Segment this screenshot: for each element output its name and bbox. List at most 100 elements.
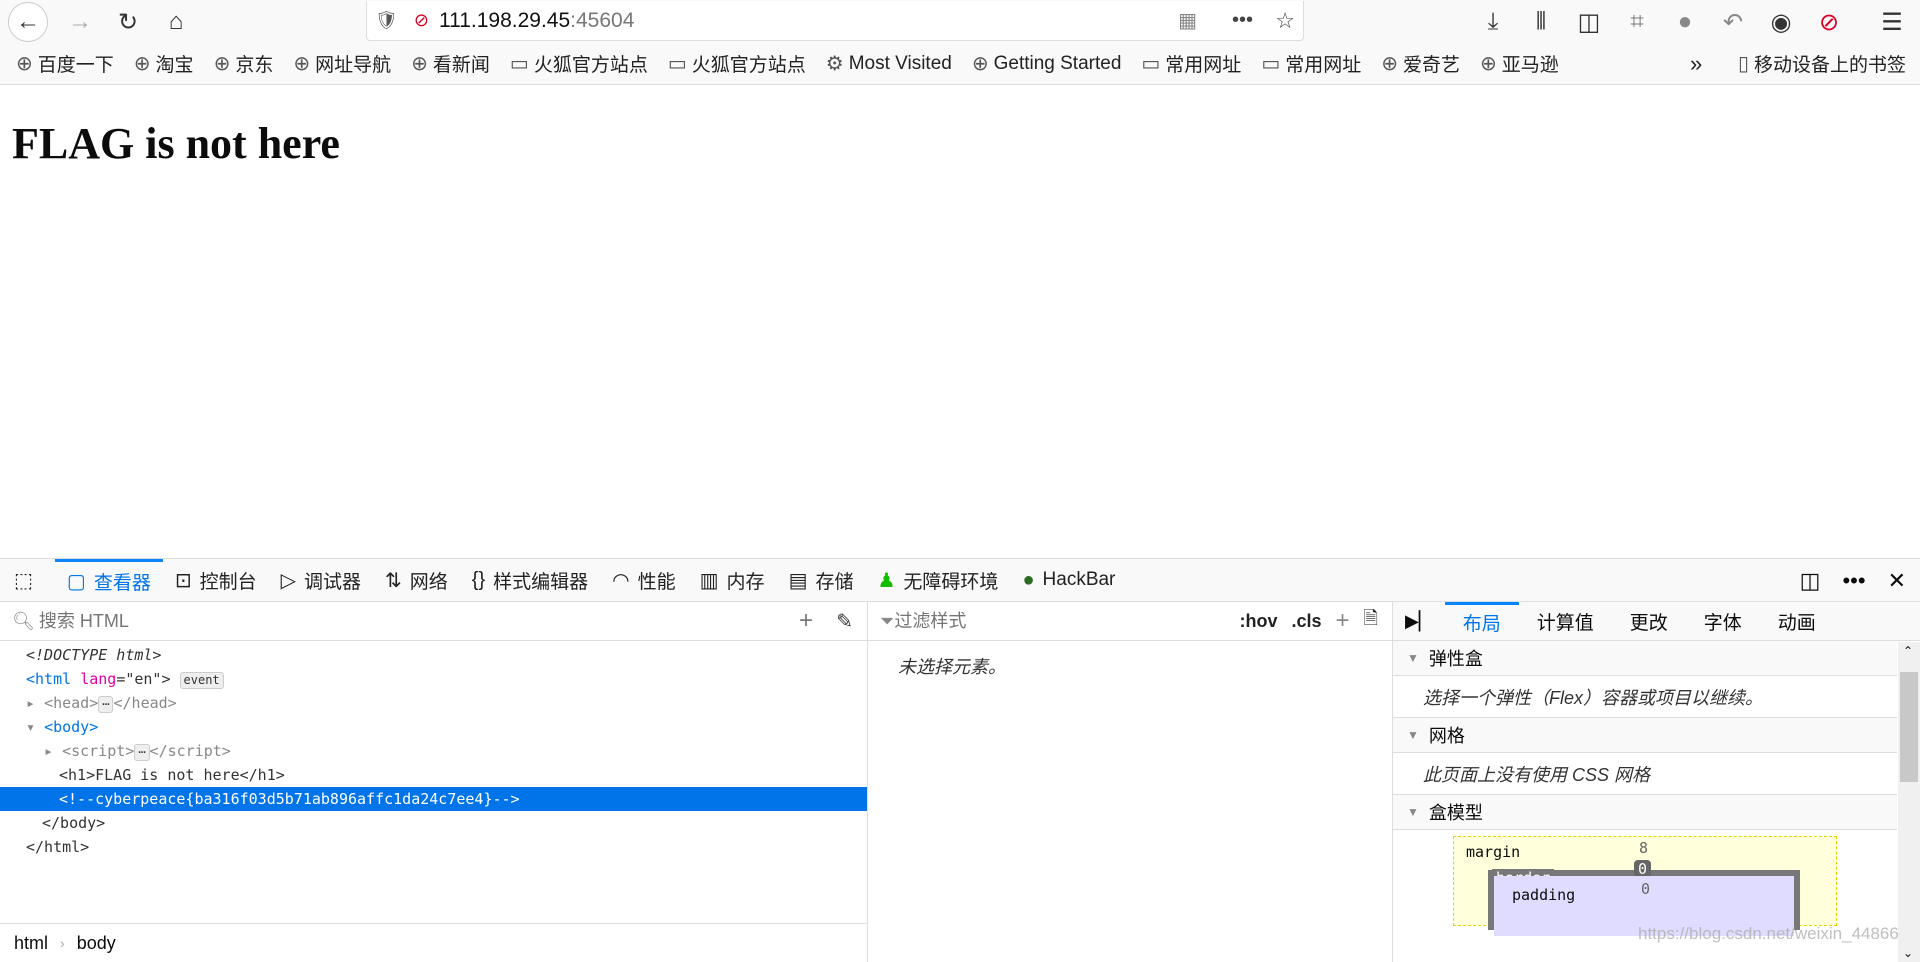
- page-actions-icon[interactable]: •••: [1232, 9, 1253, 32]
- tab-network[interactable]: ⇅ 网络: [373, 559, 460, 602]
- bookmark-folder[interactable]: ▭ 常用网址: [1141, 50, 1241, 77]
- forward-button[interactable]: →: [62, 4, 98, 40]
- bookmark-item[interactable]: ⊕ 京东: [214, 50, 274, 77]
- devtools-toolbar: ⬚ ▢ 查看器 ⊡ 控制台 ▷ 调试器 ⇅ 网络 {} 样式编辑器 ◠ 性能 ▥ 内存 ▤ 存储…: [0, 558, 1920, 602]
- toggle-sidebar-icon[interactable]: ▶▏: [1393, 611, 1445, 632]
- download-icon[interactable]: ⤓: [1475, 4, 1511, 40]
- mobile-bookmarks[interactable]: ▯ 移动设备上的书签: [1738, 50, 1906, 77]
- more-options-icon[interactable]: •••: [1842, 568, 1865, 594]
- bookmark-star-icon[interactable]: ☆: [1275, 8, 1295, 34]
- tab-animations[interactable]: 动画: [1760, 602, 1834, 641]
- scrollbar-thumb[interactable]: [1900, 672, 1918, 782]
- qr-code-icon[interactable]: ▦: [1178, 8, 1197, 33]
- account-icon[interactable]: ◉: [1763, 4, 1799, 40]
- url-bar[interactable]: 🛡 ⊘ 111.198.29.45:45604 ▦ ••• ☆: [366, 1, 1304, 41]
- bookmark-item[interactable]: ⊕ 亚马逊: [1480, 50, 1559, 77]
- reload-button[interactable]: ↻: [110, 4, 146, 40]
- tab-accessibility[interactable]: ♟ 无障碍环境: [865, 559, 1010, 602]
- tree-node-comment[interactable]: <!--cyberpeace{ba316f03d5b71ab896affc1da…: [0, 787, 867, 811]
- tab-console[interactable]: ⊡ 控制台: [163, 559, 269, 602]
- console-icon: ⊡: [174, 569, 192, 592]
- padding-top-value[interactable]: 0: [1641, 880, 1650, 898]
- tab-style-editor[interactable]: {} 样式编辑器: [460, 559, 600, 602]
- collapsed-badge[interactable]: ⋯: [134, 744, 150, 761]
- home-button[interactable]: ⌂: [158, 4, 194, 40]
- bookmark-folder[interactable]: ▭ 火狐官方站点: [668, 50, 806, 77]
- tab-hackbar[interactable]: ● HackBar: [1010, 559, 1127, 602]
- library-icon[interactable]: ⫴: [1523, 4, 1559, 40]
- collapsed-badge[interactable]: ⋯: [98, 696, 114, 713]
- filter-styles[interactable]: ⏷ :hov .cls + 🗎: [868, 602, 1392, 641]
- tree-node-doctype[interactable]: <!DOCTYPE html>: [0, 643, 867, 667]
- tab-inspector[interactable]: ▢ 查看器: [54, 558, 163, 602]
- bookmark-item[interactable]: ⊕ 爱奇艺: [1381, 50, 1460, 77]
- tab-memory[interactable]: ▥ 内存: [688, 559, 777, 602]
- bookmark-folder[interactable]: ▭ 火狐官方站点: [510, 50, 648, 77]
- collapse-triangle-icon: ▼: [1407, 728, 1419, 742]
- tab-storage[interactable]: ▤ 存储: [777, 559, 866, 602]
- tab-computed[interactable]: 计算值: [1519, 602, 1612, 641]
- bookmark-label: 常用网址: [1165, 55, 1242, 76]
- hov-button[interactable]: :hov: [1239, 611, 1277, 632]
- gear-icon: ⚙: [825, 53, 844, 75]
- bookmark-item[interactable]: ⚙ Most Visited: [826, 51, 952, 76]
- collapse-arrow-icon[interactable]: ▾: [26, 718, 35, 736]
- back-button[interactable]: ←: [8, 2, 48, 42]
- tab-debugger[interactable]: ▷ 调试器: [269, 559, 373, 602]
- tree-node-html-close[interactable]: </html>: [0, 835, 867, 859]
- eyedropper-icon[interactable]: ✎: [836, 609, 853, 634]
- bookmark-item[interactable]: ⊕ 看新闻: [411, 50, 490, 77]
- margin-top-value[interactable]: 8: [1639, 839, 1648, 857]
- add-rule-button[interactable]: +: [1336, 607, 1350, 635]
- filter-styles-input[interactable]: [894, 610, 1175, 632]
- tab-label: 性能: [637, 571, 676, 593]
- shield-icon[interactable]: 🛡: [375, 10, 398, 31]
- breadcrumb-body[interactable]: body: [77, 933, 116, 954]
- insecure-lock-icon[interactable]: ⊘: [414, 10, 429, 31]
- tag-text: </head>: [113, 694, 177, 712]
- add-node-button[interactable]: +: [799, 607, 813, 635]
- undo-icon[interactable]: ↶: [1715, 4, 1751, 40]
- crop-icon[interactable]: ⌗: [1619, 4, 1655, 40]
- expand-arrow-icon[interactable]: ▸: [26, 694, 35, 712]
- chat-icon[interactable]: ●: [1667, 4, 1703, 40]
- close-icon[interactable]: ✕: [1888, 568, 1906, 594]
- flexbox-section-header[interactable]: ▼ 弹性盒: [1393, 641, 1897, 676]
- tab-performance[interactable]: ◠ 性能: [600, 559, 687, 602]
- tab-layout[interactable]: 布局: [1444, 601, 1519, 641]
- tree-node-head[interactable]: ▸ <head> ⋯ </head>: [0, 691, 867, 715]
- scrollbar[interactable]: ⌃ ⌄: [1898, 642, 1920, 962]
- scroll-up-icon[interactable]: ⌃: [1903, 644, 1913, 658]
- bookmark-item[interactable]: ⊕ 淘宝: [134, 50, 194, 77]
- sidebar-icon[interactable]: ◫: [1571, 4, 1607, 40]
- tree-node-html[interactable]: <html lang="en"> event: [0, 667, 867, 691]
- box-model-section-header[interactable]: ▼ 盒模型: [1393, 795, 1897, 830]
- element-picker-button[interactable]: ⬚: [0, 559, 55, 602]
- html-search-input[interactable]: [38, 610, 739, 632]
- grid-section-header[interactable]: ▼ 网格: [1393, 718, 1897, 753]
- print-simulation-icon[interactable]: 🗎: [1364, 606, 1378, 636]
- breadcrumb-html[interactable]: html: [14, 933, 48, 954]
- scroll-down-icon[interactable]: ⌄: [1903, 946, 1913, 960]
- menu-icon[interactable]: ☰: [1874, 4, 1910, 40]
- blocked-extension-icon[interactable]: ⊘: [1811, 4, 1847, 40]
- html-search[interactable]: 🔍︎ + ✎: [0, 602, 867, 641]
- bookmark-folder[interactable]: ▭ 常用网址: [1261, 50, 1361, 77]
- event-badge[interactable]: event: [179, 672, 224, 689]
- tree-node-body-close[interactable]: </body>: [0, 811, 867, 835]
- tree-node-h1[interactable]: <h1>FLAG is not here</h1>: [0, 763, 867, 787]
- tree-node-script[interactable]: ▸ <script> ⋯ </script>: [0, 739, 867, 763]
- tab-changes[interactable]: 更改: [1612, 602, 1686, 641]
- cls-button[interactable]: .cls: [1291, 611, 1321, 632]
- padding-label: padding: [1512, 886, 1576, 904]
- tab-fonts[interactable]: 字体: [1686, 602, 1760, 641]
- expand-arrow-icon[interactable]: ▸: [44, 742, 53, 760]
- dock-icon[interactable]: ◫: [1800, 568, 1821, 594]
- tag-text: <html: [26, 670, 72, 688]
- tree-node-body[interactable]: ▾ <body>: [0, 715, 867, 739]
- bookmark-item[interactable]: ⊕ Getting Started: [972, 51, 1122, 76]
- bookmark-item[interactable]: ⊕ 网址导航: [293, 50, 391, 77]
- chevron-overflow-icon[interactable]: »: [1690, 51, 1702, 77]
- bookmark-item[interactable]: ⊕ 百度一下: [16, 50, 114, 77]
- tab-label: HackBar: [1042, 569, 1116, 590]
